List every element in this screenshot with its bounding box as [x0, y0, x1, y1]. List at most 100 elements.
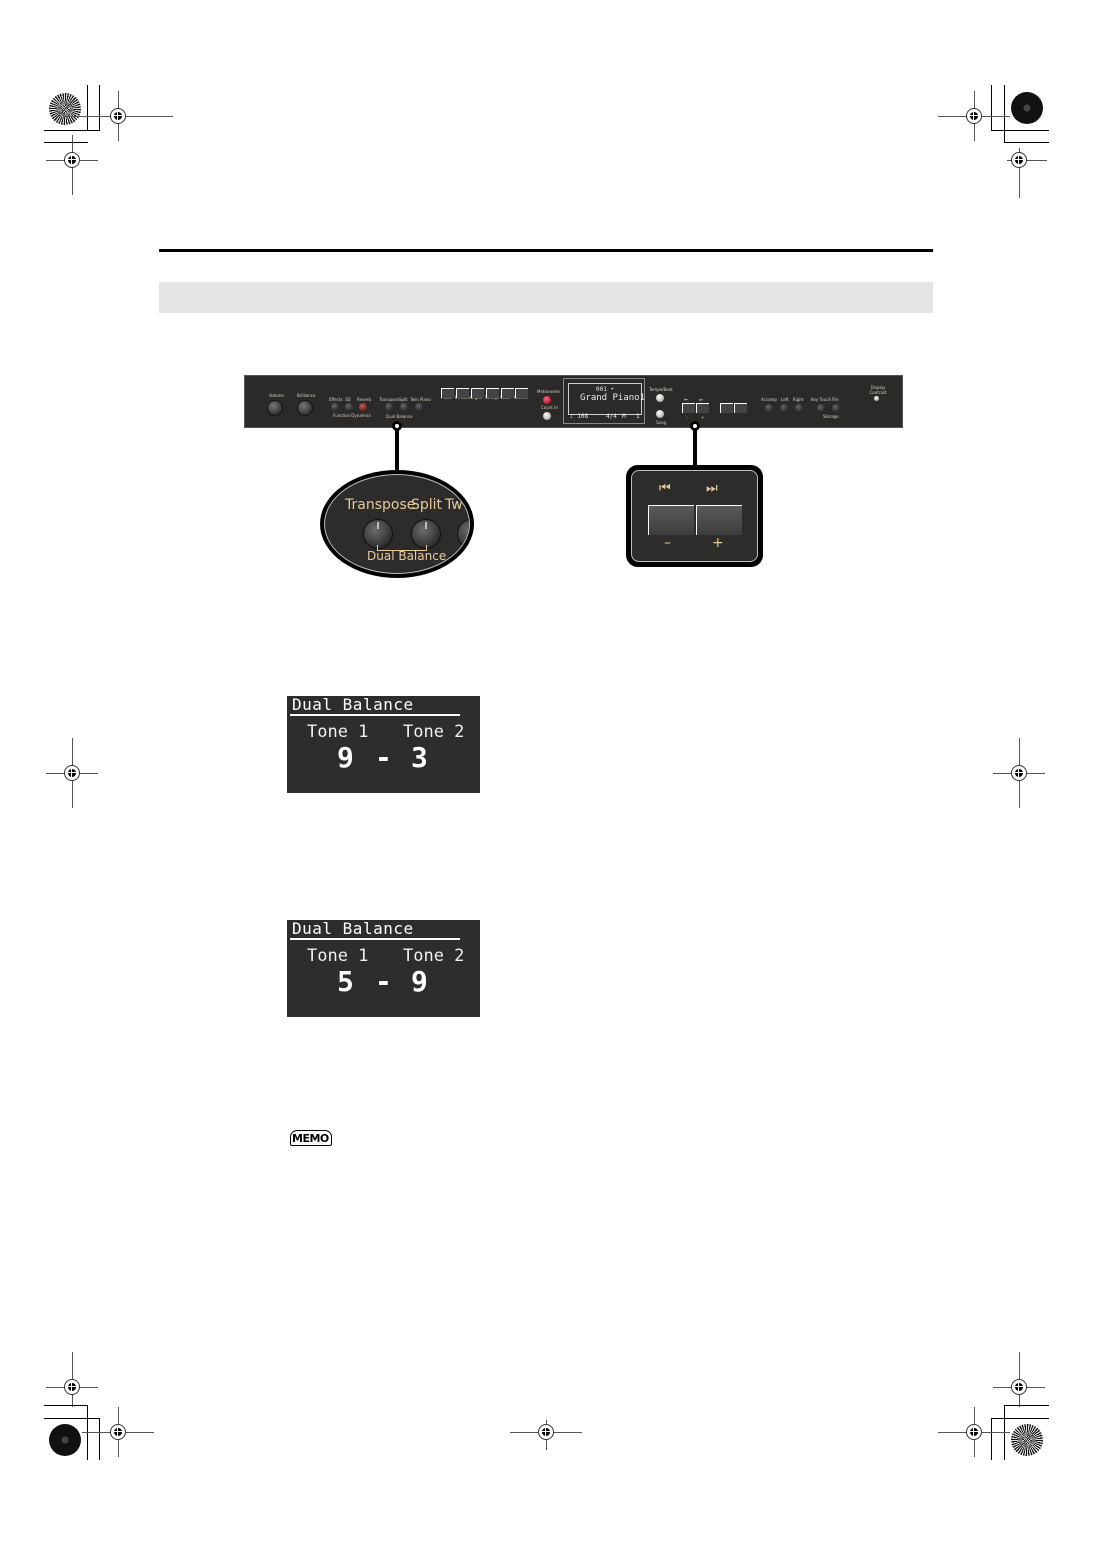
file-label: File	[832, 397, 839, 402]
lcd-tone-name: Grand Piano1	[580, 393, 646, 403]
registration-starburst-icon	[49, 93, 81, 125]
tone-button-epiano[interactable]	[456, 388, 469, 398]
twin-piano-button-large[interactable]	[457, 519, 469, 549]
dual-balance-label-large: Dual Balance	[367, 549, 447, 563]
split-label-large: Split	[411, 497, 443, 513]
twin-piano-label-partial: Tw	[445, 497, 463, 513]
reverb-label: Reverb	[357, 397, 372, 402]
transpose-button[interactable]	[385, 403, 393, 411]
tone-1-label: Tone 1	[307, 722, 369, 742]
plus-label: +	[701, 415, 705, 420]
brilliance-knob[interactable]	[297, 400, 313, 416]
brilliance-label: Brilliance	[297, 393, 316, 398]
plus-button-large[interactable]	[696, 505, 742, 535]
tone-1-value: 9	[337, 741, 354, 774]
crop-line	[991, 130, 1049, 131]
file-button[interactable]	[832, 404, 840, 412]
dual-balance-display-1: Dual Balance Tone 1 Tone 2 9 - 3	[287, 695, 480, 793]
crop-line	[44, 1405, 88, 1406]
tempo-beat-button[interactable]	[656, 394, 664, 402]
volume-knob[interactable]	[267, 400, 283, 416]
panel-lcd-display: 001 • Grand Piano1 ♪ 108 4/4 M 1	[563, 378, 645, 424]
record-button[interactable]	[734, 403, 747, 413]
lcd-tempo: ♪ 108	[570, 413, 589, 420]
piano-control-panel: Volume Brilliance Effects 3D Reverb Func…	[244, 375, 903, 428]
storage-label: Storage	[823, 414, 839, 419]
registration-starburst-icon	[1011, 92, 1043, 124]
lcd-beat: 4/4	[606, 413, 617, 420]
lcd-measure: 1	[636, 413, 640, 420]
left-button[interactable]	[780, 404, 788, 412]
display-contrast-knob[interactable]	[874, 396, 879, 401]
pointer-dot-right	[690, 421, 700, 431]
tone-1-value: 5	[337, 965, 354, 998]
dual-balance-label: Dual Balance	[386, 414, 413, 419]
song-button[interactable]	[656, 410, 664, 418]
minus-label: –	[686, 415, 688, 420]
registration-starburst-icon	[1011, 1424, 1043, 1456]
transpose-label-large: Transpose	[345, 497, 416, 513]
transpose-label: Transpose	[379, 397, 400, 402]
3d-label: 3D	[345, 397, 351, 402]
tone-1-label: Tone 1	[307, 946, 369, 966]
twin-piano-button[interactable]	[415, 403, 423, 411]
function-dynamics-label: Function Dynamics	[333, 413, 372, 418]
crop-line	[99, 85, 100, 130]
key-touch-button[interactable]	[817, 404, 825, 412]
dual-balance-display-2: Dual Balance Tone 1 Tone 2 5 - 9	[287, 919, 480, 1017]
split-label: Split	[399, 397, 408, 402]
crop-line	[44, 142, 88, 143]
display-title: Dual Balance	[292, 695, 414, 714]
accomp-button[interactable]	[765, 404, 773, 412]
crop-line	[991, 1418, 1049, 1419]
tone-button-piano[interactable]	[441, 388, 454, 398]
display-contrast-label: Display Contrast	[869, 385, 887, 395]
right-label: Right	[793, 397, 804, 402]
title-underline	[290, 938, 460, 940]
minus-button-large[interactable]	[648, 505, 694, 535]
count-in-button[interactable]	[543, 412, 551, 420]
play-stop-button[interactable]	[720, 403, 733, 413]
reverb-button[interactable]	[359, 403, 367, 411]
3d-button[interactable]	[345, 403, 353, 411]
split-button[interactable]	[400, 403, 408, 411]
memo-icon: MEMO	[290, 1130, 332, 1146]
zoom-callout-minus-plus: ⏮ ⏭ – +	[626, 465, 763, 567]
pointer-dot-left	[392, 421, 402, 431]
crop-line	[87, 85, 88, 130]
pointer-line-left	[395, 426, 399, 472]
header-rule	[159, 249, 933, 252]
title-underline	[290, 714, 460, 716]
metronome-button[interactable]	[543, 396, 551, 404]
tone-button-organ[interactable]	[471, 388, 484, 398]
crop-line	[1004, 85, 1005, 143]
crop-line	[44, 130, 100, 131]
song-label: Song	[656, 420, 667, 425]
twin-piano-label: Twin Piano	[410, 397, 431, 402]
key-touch-label: Key Touch	[811, 397, 832, 402]
forward-icon: ⏭	[699, 397, 703, 402]
effects-button[interactable]	[331, 403, 339, 411]
crop-line	[991, 85, 992, 130]
tone-button-voice[interactable]	[501, 388, 514, 398]
crop-line	[44, 1418, 100, 1419]
section-heading-bar	[159, 282, 933, 313]
lcd-measure-label: M	[622, 413, 626, 420]
tone-button-others[interactable]	[515, 388, 528, 398]
lcd-tone-number: 001 •	[596, 386, 615, 393]
plus-button[interactable]	[696, 403, 709, 413]
tempo-beat-label: Tempo/Beat	[649, 387, 673, 392]
tone-2-label: Tone 2	[403, 722, 465, 742]
volume-label: Volume	[269, 393, 284, 398]
forward-icon-large: ⏭	[706, 481, 718, 496]
tone-button-strings[interactable]	[486, 388, 499, 398]
tone-2-value: 3	[411, 741, 428, 774]
minus-button[interactable]	[682, 403, 695, 413]
value-separator: -	[375, 741, 392, 774]
accomp-label: Accomp	[761, 397, 777, 402]
right-button[interactable]	[795, 404, 803, 412]
crop-line	[1004, 142, 1049, 143]
count-in-label: Count In	[541, 405, 558, 410]
crop-line	[991, 1418, 992, 1460]
minus-label-large: –	[664, 535, 671, 551]
